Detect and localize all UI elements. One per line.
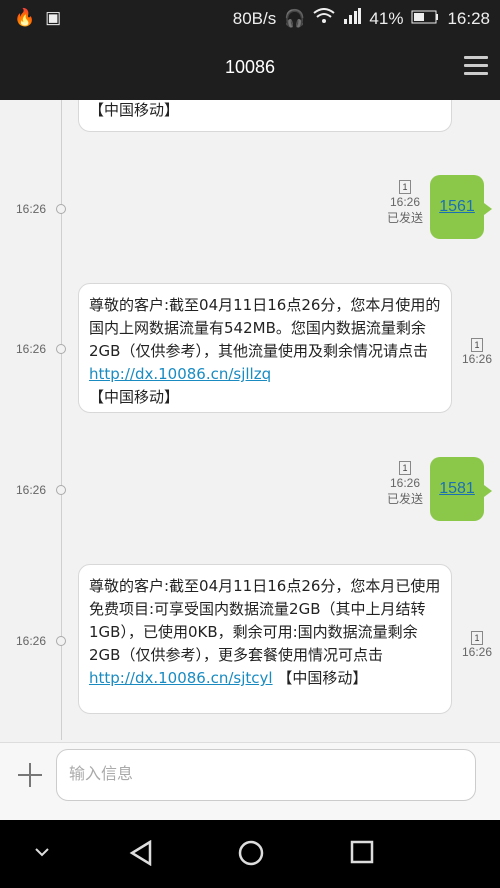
home-icon[interactable]	[238, 840, 264, 870]
navigation-bar	[0, 820, 500, 888]
timeline-time: 16:26	[16, 483, 47, 497]
message-time: 16:26	[389, 476, 421, 490]
sent-status: 已发送	[386, 211, 423, 225]
outgoing-bubble[interactable]: 1581	[430, 457, 492, 521]
timeline-time: 16:26	[16, 202, 47, 216]
incoming-meta: 1 16:26	[462, 630, 492, 659]
timeline-time: 16:26	[16, 342, 47, 356]
clock: 16:28	[447, 8, 490, 28]
chevron-down-icon[interactable]	[34, 840, 50, 868]
header-edge	[0, 86, 500, 100]
message-link[interactable]: 1581	[439, 480, 475, 497]
sent-status: 已发送	[386, 492, 423, 506]
signal-icon	[343, 8, 362, 29]
image-icon: ▣	[45, 8, 62, 27]
outgoing-meta: 1 16:26 已发送	[386, 459, 424, 507]
sim-icon: 1	[399, 180, 411, 194]
message-time: 16:26	[389, 195, 421, 209]
message-text: 尊敬的客户:截至04月11日16点26分，您本月使用的国内上网数据流量有542M…	[89, 296, 441, 360]
menu-icon[interactable]	[464, 56, 488, 76]
message-link[interactable]: http://dx.10086.cn/sjllzq	[89, 365, 271, 383]
incoming-bubble[interactable]: 尊敬的客户:截至04月11日16点26分，您本月已使用免费项目:可享受国内数据流…	[78, 564, 452, 714]
timeline-time: 16:26	[16, 634, 47, 648]
message-suffix: 【中国移动】	[272, 669, 368, 687]
plus-icon[interactable]	[18, 763, 42, 787]
outgoing-meta: 1 16:26 已发送	[386, 178, 424, 226]
headphones-icon: 🎧	[284, 8, 306, 28]
fire-icon: 🔥	[14, 8, 36, 27]
timeline-dot	[56, 344, 66, 354]
timeline-dot	[56, 485, 66, 495]
network-speed: 80B/s	[232, 8, 277, 28]
sim-icon: 1	[471, 338, 484, 352]
input-placeholder: 输入信息	[69, 766, 134, 783]
outgoing-bubble[interactable]: 1561	[430, 175, 492, 239]
message-time: 16:26	[462, 645, 493, 659]
timeline-dot	[56, 636, 66, 646]
message-link[interactable]: 1561	[439, 198, 475, 215]
message-suffix: 【中国移动】	[89, 388, 180, 406]
incoming-bubble[interactable]: 尊敬的客户:截至04月11日16点26分，您本月使用的国内上网数据流量有542M…	[78, 283, 452, 413]
recent-apps-icon[interactable]	[350, 840, 374, 868]
message-time: 16:26	[462, 352, 493, 366]
compose-bar: 输入信息	[0, 742, 500, 821]
wifi-icon	[313, 8, 336, 29]
battery-icon	[411, 9, 439, 29]
message-input[interactable]: 输入信息	[56, 749, 476, 801]
message-text: 【中国移动】	[89, 101, 180, 119]
battery-percent: 41%	[369, 8, 404, 28]
conversation-title: 10086	[224, 57, 276, 77]
timeline-dot	[56, 204, 66, 214]
sim-icon: 1	[399, 461, 411, 475]
back-icon[interactable]	[128, 839, 154, 870]
message-link[interactable]: http://dx.10086.cn/sjtcyl	[89, 669, 273, 687]
incoming-meta: 1 16:26	[462, 337, 492, 366]
message-text: 尊敬的客户:截至04月11日16点26分，您本月已使用免费项目:可享受国内数据流…	[89, 577, 441, 664]
header: 🔥 ▣ 80B/s 🎧 41% 16:28 10086	[0, 0, 500, 100]
status-bar: 🔥 ▣ 80B/s 🎧 41% 16:28	[0, 0, 500, 36]
sim-icon: 1	[471, 631, 484, 645]
